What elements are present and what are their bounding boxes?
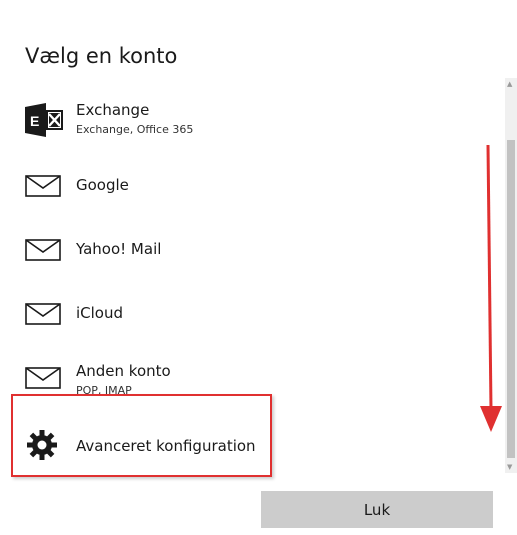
mail-envelope-icon: [25, 367, 61, 389]
account-subtitle: Exchange, Office 365: [76, 123, 194, 136]
mail-envelope-icon: [25, 175, 61, 197]
account-name: Google: [76, 176, 129, 194]
scrollbar-thumb[interactable]: [507, 140, 515, 458]
svg-text:E: E: [30, 113, 39, 129]
account-name: iCloud: [76, 304, 124, 322]
scroll-down-icon[interactable]: ▼: [507, 463, 512, 471]
account-name: Yahoo! Mail: [76, 240, 162, 258]
account-name: Avanceret konfiguration: [76, 437, 256, 455]
account-item-advanced-setup[interactable]: Avanceret konfiguration: [0, 418, 505, 472]
account-name: Exchange: [76, 101, 150, 119]
close-button[interactable]: Luk: [261, 491, 493, 528]
scroll-up-icon[interactable]: ▲: [507, 80, 512, 88]
account-item-google[interactable]: Google: [0, 158, 505, 212]
account-item-exchange[interactable]: E Exchange Exchange, Office 365: [0, 94, 505, 148]
account-item-yahoo[interactable]: Yahoo! Mail: [0, 222, 505, 276]
mail-envelope-icon: [25, 239, 61, 261]
gear-icon: [27, 430, 57, 460]
exchange-icon: E: [25, 103, 63, 137]
account-item-other[interactable]: Anden konto POP, IMAP: [0, 350, 505, 404]
account-item-icloud[interactable]: iCloud: [0, 286, 505, 340]
mail-envelope-icon: [25, 303, 61, 325]
account-name: Anden konto: [76, 362, 171, 380]
scrollbar[interactable]: ▲ ▼: [505, 78, 517, 473]
account-list: E Exchange Exchange, Office 365 Google Y…: [0, 0, 505, 475]
account-subtitle: POP, IMAP: [76, 384, 132, 397]
